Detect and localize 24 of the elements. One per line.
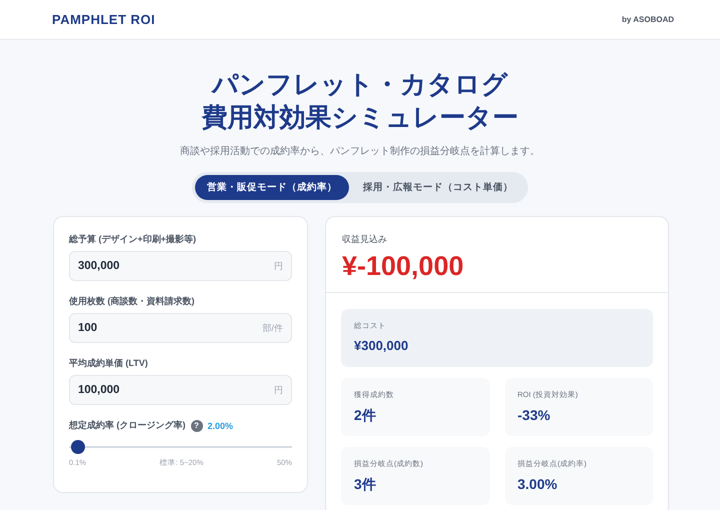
credit-text: by ASOBOAD (622, 15, 674, 24)
stat-value: ¥300,000 (354, 338, 410, 353)
field-label: 使用枚数 (商談数・資料請求数) (69, 295, 196, 308)
stat-value: 2件 (354, 407, 377, 425)
page-title: 費用対効果シミュレーター (202, 101, 518, 134)
mode-tab[interactable]: 採用・広報モード（コスト単価） (351, 175, 525, 200)
field-label: 総予算 (デザイン+印刷+撮影等) (69, 233, 198, 246)
help-icon[interactable]: ? (190, 420, 202, 432)
rate-reading: 2.00% (208, 420, 234, 430)
input-field[interactable]: 100 部/件 (69, 313, 292, 343)
profit-value: ¥-100,000 (342, 251, 465, 282)
result-label: 収益見込み (342, 233, 388, 246)
stat-value: -33% (518, 407, 552, 423)
stat-value: 3.00% (518, 476, 558, 492)
page-title: パンフレット・カタログ (210, 68, 509, 101)
field-label: 平均成約単価 (LTV) (69, 357, 149, 370)
input-field[interactable]: 300,000 円 (69, 251, 292, 281)
field-label: 想定成約率 (クロージング率) (69, 419, 186, 432)
app-logo: PAMPHLET ROI (52, 12, 156, 27)
input-field[interactable]: 100,000 円 (69, 375, 292, 405)
mode-tab[interactable]: 営業・販促モード（成約率） (195, 175, 349, 200)
stat-value: 3件 (354, 476, 377, 494)
subtitle-text: 商談や採用活動での成約率から、パンフレット制作の損益分岐点を計算します。 (180, 144, 540, 158)
slider-thumb[interactable] (70, 440, 85, 454)
